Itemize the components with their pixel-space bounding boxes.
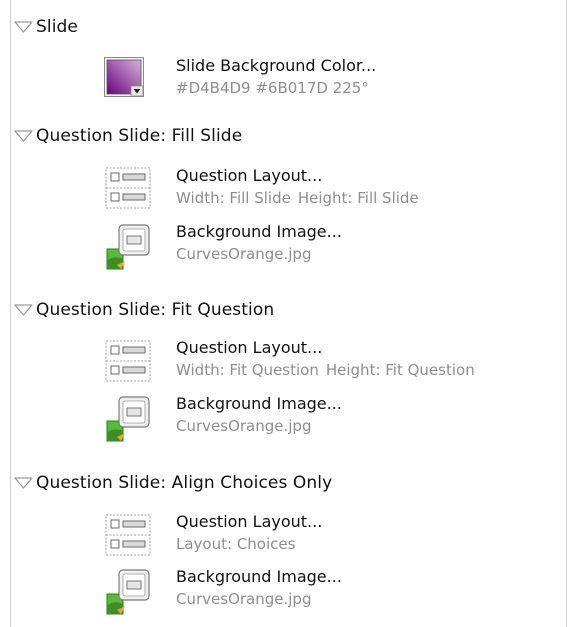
background-image-icon[interactable] bbox=[103, 393, 153, 445]
item-value: Width: Fill Slide Height: Fill Slide bbox=[176, 189, 419, 207]
section-header-slide[interactable]: Slide bbox=[14, 15, 78, 39]
section-header-align-choices[interactable]: Question Slide: Align Choices Only bbox=[14, 471, 332, 495]
item-label: Question Layout... bbox=[176, 512, 323, 531]
collapse-triangle-icon bbox=[14, 21, 33, 33]
item-label: Background Image... bbox=[176, 567, 342, 586]
item-value: #D4B4D9 #6B017D 225° bbox=[176, 79, 369, 97]
question-layout-icon[interactable] bbox=[104, 339, 152, 383]
question-layout-icon[interactable] bbox=[104, 513, 152, 557]
item-label: Background Image... bbox=[176, 394, 342, 413]
section-title: Question Slide: Fill Slide bbox=[36, 126, 243, 146]
collapse-triangle-icon bbox=[14, 304, 33, 316]
question-layout-row[interactable]: Question Layout... Width: Fill Slide Heig… bbox=[176, 165, 419, 209]
slide-background-color-row[interactable]: Slide Background Color... #D4B4D9 #6B017… bbox=[176, 55, 376, 99]
background-image-row[interactable]: Background Image... CurvesOrange.jpg bbox=[176, 221, 342, 265]
item-value: CurvesOrange.jpg bbox=[176, 590, 312, 608]
section-header-fit-question[interactable]: Question Slide: Fit Question bbox=[14, 298, 274, 322]
section-title: Question Slide: Fit Question bbox=[36, 300, 275, 320]
panel-left-border bbox=[10, 0, 11, 627]
item-value: Width: Fit Question Height: Fit Question bbox=[176, 361, 475, 379]
background-image-icon[interactable] bbox=[103, 566, 153, 618]
background-image-row[interactable]: Background Image... CurvesOrange.jpg bbox=[176, 566, 342, 610]
background-image-icon[interactable] bbox=[103, 221, 153, 273]
collapse-triangle-icon bbox=[14, 130, 33, 142]
item-value: Layout: Choices bbox=[176, 535, 296, 553]
item-label: Background Image... bbox=[176, 222, 342, 241]
collapse-triangle-icon bbox=[14, 477, 33, 489]
section-header-fill-slide[interactable]: Question Slide: Fill Slide bbox=[14, 124, 242, 148]
background-image-row[interactable]: Background Image... CurvesOrange.jpg bbox=[176, 393, 342, 437]
item-label: Slide Background Color... bbox=[176, 56, 377, 75]
color-swatch-icon[interactable] bbox=[102, 55, 148, 101]
section-title: Slide bbox=[36, 17, 78, 37]
question-layout-row[interactable]: Question Layout... Width: Fit Question He… bbox=[176, 337, 475, 381]
item-label: Question Layout... bbox=[176, 166, 323, 185]
question-layout-icon[interactable] bbox=[104, 166, 152, 210]
section-title: Question Slide: Align Choices Only bbox=[36, 473, 333, 493]
question-layout-row[interactable]: Question Layout... Layout: Choices bbox=[176, 511, 322, 555]
item-label: Question Layout... bbox=[176, 338, 323, 357]
item-value: CurvesOrange.jpg bbox=[176, 245, 312, 263]
panel-right-border bbox=[566, 0, 567, 627]
item-value: CurvesOrange.jpg bbox=[176, 417, 312, 435]
